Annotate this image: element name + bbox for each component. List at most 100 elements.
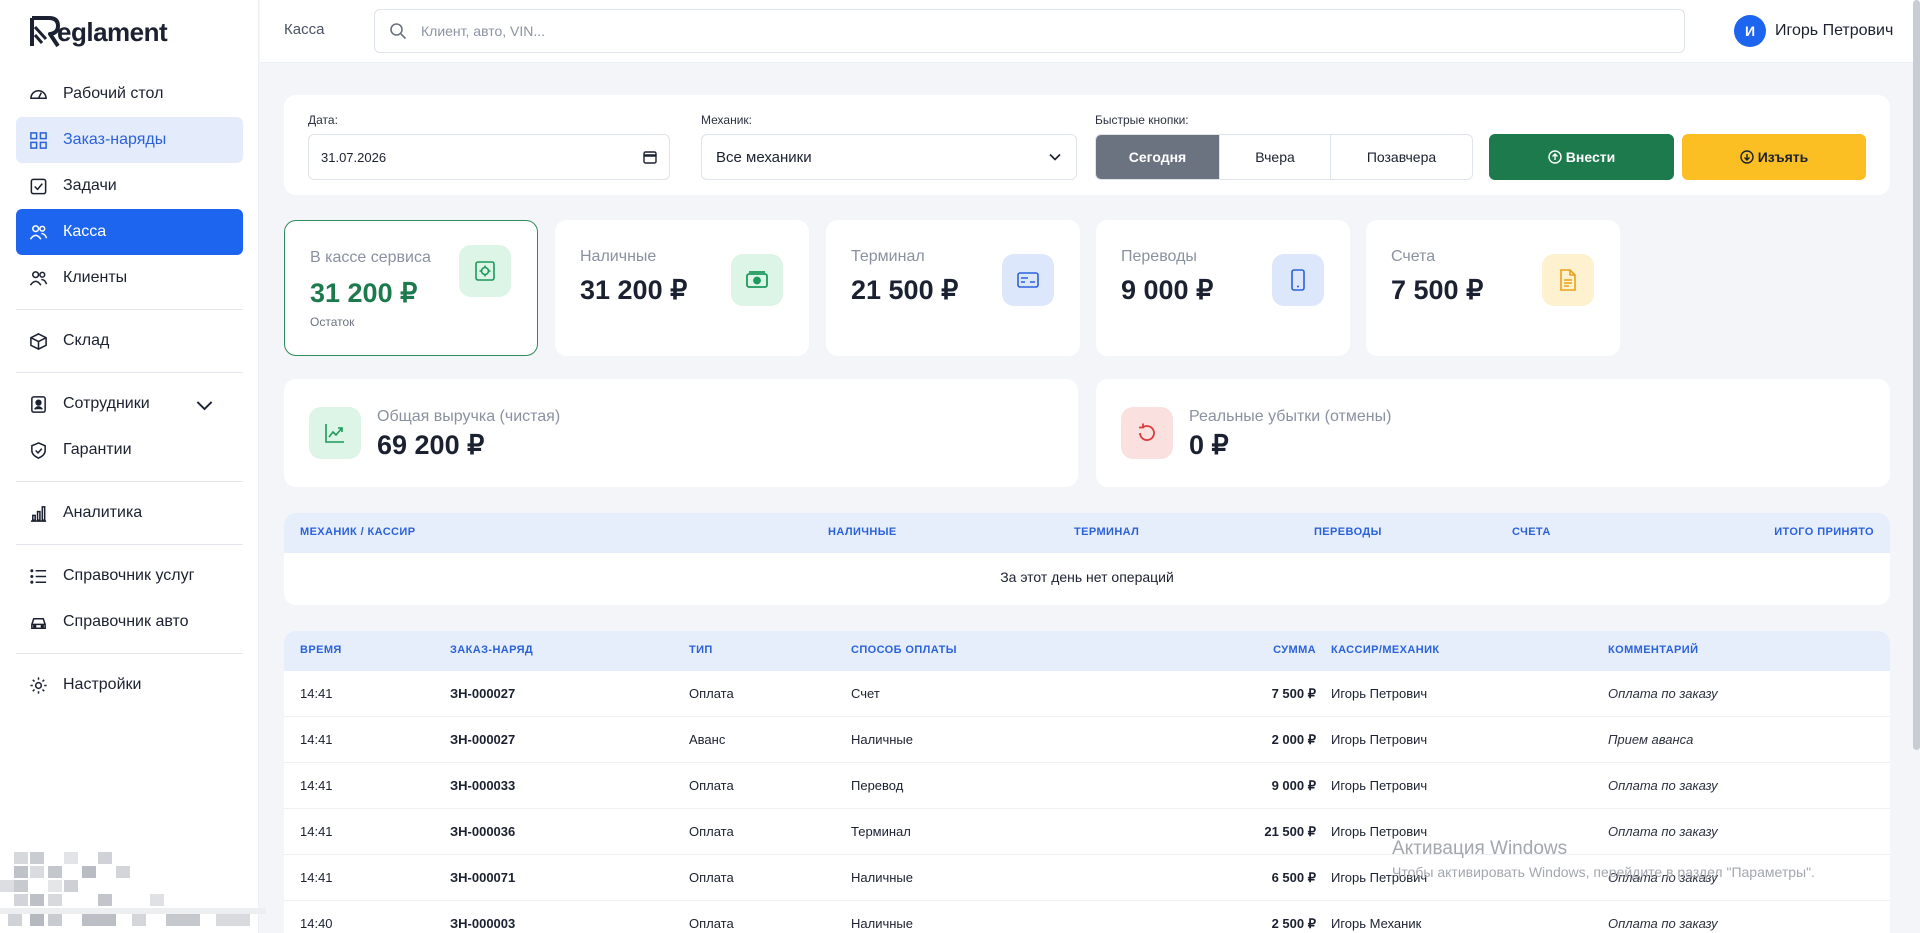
stat-title: Переводы: [1121, 248, 1197, 265]
sidebar-item-analytics[interactable]: Аналитика: [16, 490, 243, 536]
blurred-profile-image: [0, 852, 266, 926]
sidebar-item-warranty[interactable]: Гарантии: [16, 427, 243, 473]
table-row[interactable]: 14:41 ЗН-000033 Оплата Перевод 9 000 ₽ Игорь …: [284, 763, 1890, 809]
chevron-down-icon[interactable]: [195, 396, 214, 415]
sidebar-item-label: Клиенты: [63, 269, 128, 286]
card-terminal-icon: [1002, 254, 1054, 306]
nav-divider: [16, 544, 243, 545]
sidebar-item-clients[interactable]: Клиенты: [16, 255, 243, 301]
order-cell[interactable]: ЗН-000036: [450, 824, 515, 839]
phone-icon: [1272, 254, 1324, 306]
column-header[interactable]: КАССИР/МЕХАНИК: [1311, 644, 1440, 656]
mechanic-summary-table: МЕХАНИК / КАССИР НАЛИЧНЫЕ ТЕРМИНАЛ ПЕРЕВ…: [284, 513, 1890, 605]
column-header[interactable]: ВРЕМЯ: [300, 644, 342, 656]
quick-day-before-button[interactable]: Позавчера: [1331, 135, 1472, 179]
nav-divider: [16, 372, 243, 373]
stat-title: Терминал: [851, 248, 925, 265]
column-header[interactable]: МЕХАНИК / КАССИР: [300, 526, 415, 538]
search-icon: [390, 23, 407, 40]
date-label: Дата:: [308, 113, 338, 127]
deposit-button[interactable]: Внести: [1489, 134, 1674, 180]
dashboard-icon: [30, 89, 47, 99]
sidebar-item-services[interactable]: Справочник услуг: [16, 553, 243, 599]
stat-card-balance: В кассе сервиса 31 200 ₽ Остаток: [284, 220, 538, 356]
quick-yesterday-button[interactable]: Вчера: [1220, 135, 1331, 179]
column-header[interactable]: НАЛИЧНЫЕ: [828, 526, 897, 538]
sidebar-item-warehouse[interactable]: Склад: [16, 318, 243, 364]
sidebar-item-employees[interactable]: Сотрудники: [16, 381, 243, 427]
order-cell[interactable]: ЗН-000033: [450, 778, 515, 793]
losses-title: Реальные убытки (отмены): [1189, 408, 1392, 425]
stat-value: 31 200 ₽: [310, 278, 418, 308]
stat-title: Наличные: [580, 248, 657, 265]
date-value: 31.07.2026: [321, 149, 387, 165]
column-header[interactable]: СПОСОБ ОПЛАТЫ: [851, 644, 957, 656]
date-field[interactable]: 31.07.2026: [308, 134, 670, 180]
column-header[interactable]: ПЕРЕВОДЫ: [1314, 526, 1382, 538]
sidebar-item-work-orders[interactable]: Заказ-наряды: [16, 117, 243, 163]
type-cell: Оплата: [689, 870, 734, 885]
sidebar-item-tasks[interactable]: Задачи: [16, 163, 243, 209]
column-header[interactable]: СУММА: [1216, 644, 1316, 656]
withdraw-button[interactable]: Изъять: [1682, 134, 1866, 180]
table-row[interactable]: 14:41 ЗН-000027 Оплата Счет 7 500 ₽ Игорь Пет…: [284, 671, 1890, 717]
trend-up-icon: [309, 407, 361, 459]
stat-card-terminal: Терминал 21 500 ₽: [826, 220, 1080, 356]
user-menu[interactable]: И Игорь Петрович: [1734, 15, 1893, 47]
type-cell: Аванс: [689, 732, 726, 747]
sidebar-item-label: Задачи: [63, 177, 117, 194]
sidebar-item-dashboard[interactable]: Рабочий стол: [16, 71, 243, 117]
amount-cell: 21 500 ₽: [1264, 824, 1316, 839]
sidebar-item-label: Склад: [63, 332, 110, 349]
stat-card-invoices: Счета 7 500 ₽: [1366, 220, 1620, 356]
quick-buttons-label: Быстрые кнопки:: [1095, 113, 1189, 127]
sidebar-item-label: Настройки: [63, 676, 142, 693]
revenue-card: Общая выручка (чистая) 69 200 ₽: [284, 379, 1078, 487]
column-header[interactable]: СЧЕТА: [1512, 526, 1551, 538]
sidebar: eglament Рабочий стол Заказ-наряды Задач…: [0, 0, 266, 933]
payment-method-cell: Терминал: [851, 824, 911, 839]
comment-cell: Оплата по заказу: [1608, 778, 1718, 793]
page-scrollbar[interactable]: [1913, 0, 1920, 750]
column-header[interactable]: КОММЕНТАРИЙ: [1608, 644, 1698, 656]
tasks-icon: [30, 178, 47, 194]
comment-cell: Оплата по заказу: [1608, 824, 1718, 839]
revenue-title: Общая выручка (чистая): [377, 408, 561, 425]
sidebar-item-cars[interactable]: Справочник авто: [16, 599, 243, 645]
amount-cell: 6 500 ₽: [1271, 870, 1316, 885]
logo-text: eglament: [57, 16, 168, 47]
amount-cell: 2 000 ₽: [1271, 732, 1316, 747]
stat-title: В кассе сервиса: [310, 249, 431, 266]
sidebar-item-label: Заказ-наряды: [63, 131, 167, 148]
arrow-down-circle-icon: [1740, 150, 1754, 164]
type-cell: Оплата: [689, 686, 734, 701]
search-input[interactable]: [421, 23, 1621, 39]
column-header[interactable]: ИТОГО ПРИНЯТО: [1774, 526, 1874, 538]
table-row[interactable]: 14:41 ЗН-000027 Аванс Наличные 2 000 ₽ Игорь …: [284, 717, 1890, 763]
search-box[interactable]: [374, 9, 1685, 53]
sidebar-item-label: Рабочий стол: [63, 85, 164, 102]
calendar-icon[interactable]: [643, 150, 657, 164]
losses-card: Реальные убытки (отмены) 0 ₽: [1096, 379, 1890, 487]
order-cell[interactable]: ЗН-000003: [450, 916, 515, 931]
sidebar-item-cashbox[interactable]: Касса: [16, 209, 243, 255]
payment-method-cell: Наличные: [851, 870, 913, 885]
sidebar-item-settings[interactable]: Настройки: [16, 662, 243, 708]
table-row[interactable]: 14:40 ЗН-000003 Оплата Наличные 2 500 ₽ Игорь…: [284, 901, 1890, 933]
order-cell[interactable]: ЗН-000027: [450, 686, 515, 701]
cashier-cell: Игорь Петрович: [1331, 732, 1428, 747]
order-cell[interactable]: ЗН-000027: [450, 732, 515, 747]
mechanic-select-value: Все механики: [716, 148, 812, 166]
table-header: ВРЕМЯ ЗАКАЗ-НАРЯД ТИП СПОСОБ ОПЛАТЫ СУММ…: [284, 631, 1890, 671]
stat-subtitle: Остаток: [310, 315, 355, 329]
logo[interactable]: eglament: [29, 14, 168, 50]
column-header[interactable]: ЗАКАЗ-НАРЯД: [450, 644, 533, 656]
sidebar-item-label: Касса: [63, 223, 107, 240]
quick-today-button[interactable]: Сегодня: [1096, 135, 1220, 179]
column-header[interactable]: ТИП: [689, 644, 713, 656]
mechanic-select[interactable]: Все механики: [701, 134, 1077, 180]
invoice-icon: [1542, 254, 1594, 306]
column-header[interactable]: ТЕРМИНАЛ: [1074, 526, 1139, 538]
order-cell[interactable]: ЗН-000071: [450, 870, 515, 885]
arrow-up-circle-icon: [1548, 150, 1562, 164]
